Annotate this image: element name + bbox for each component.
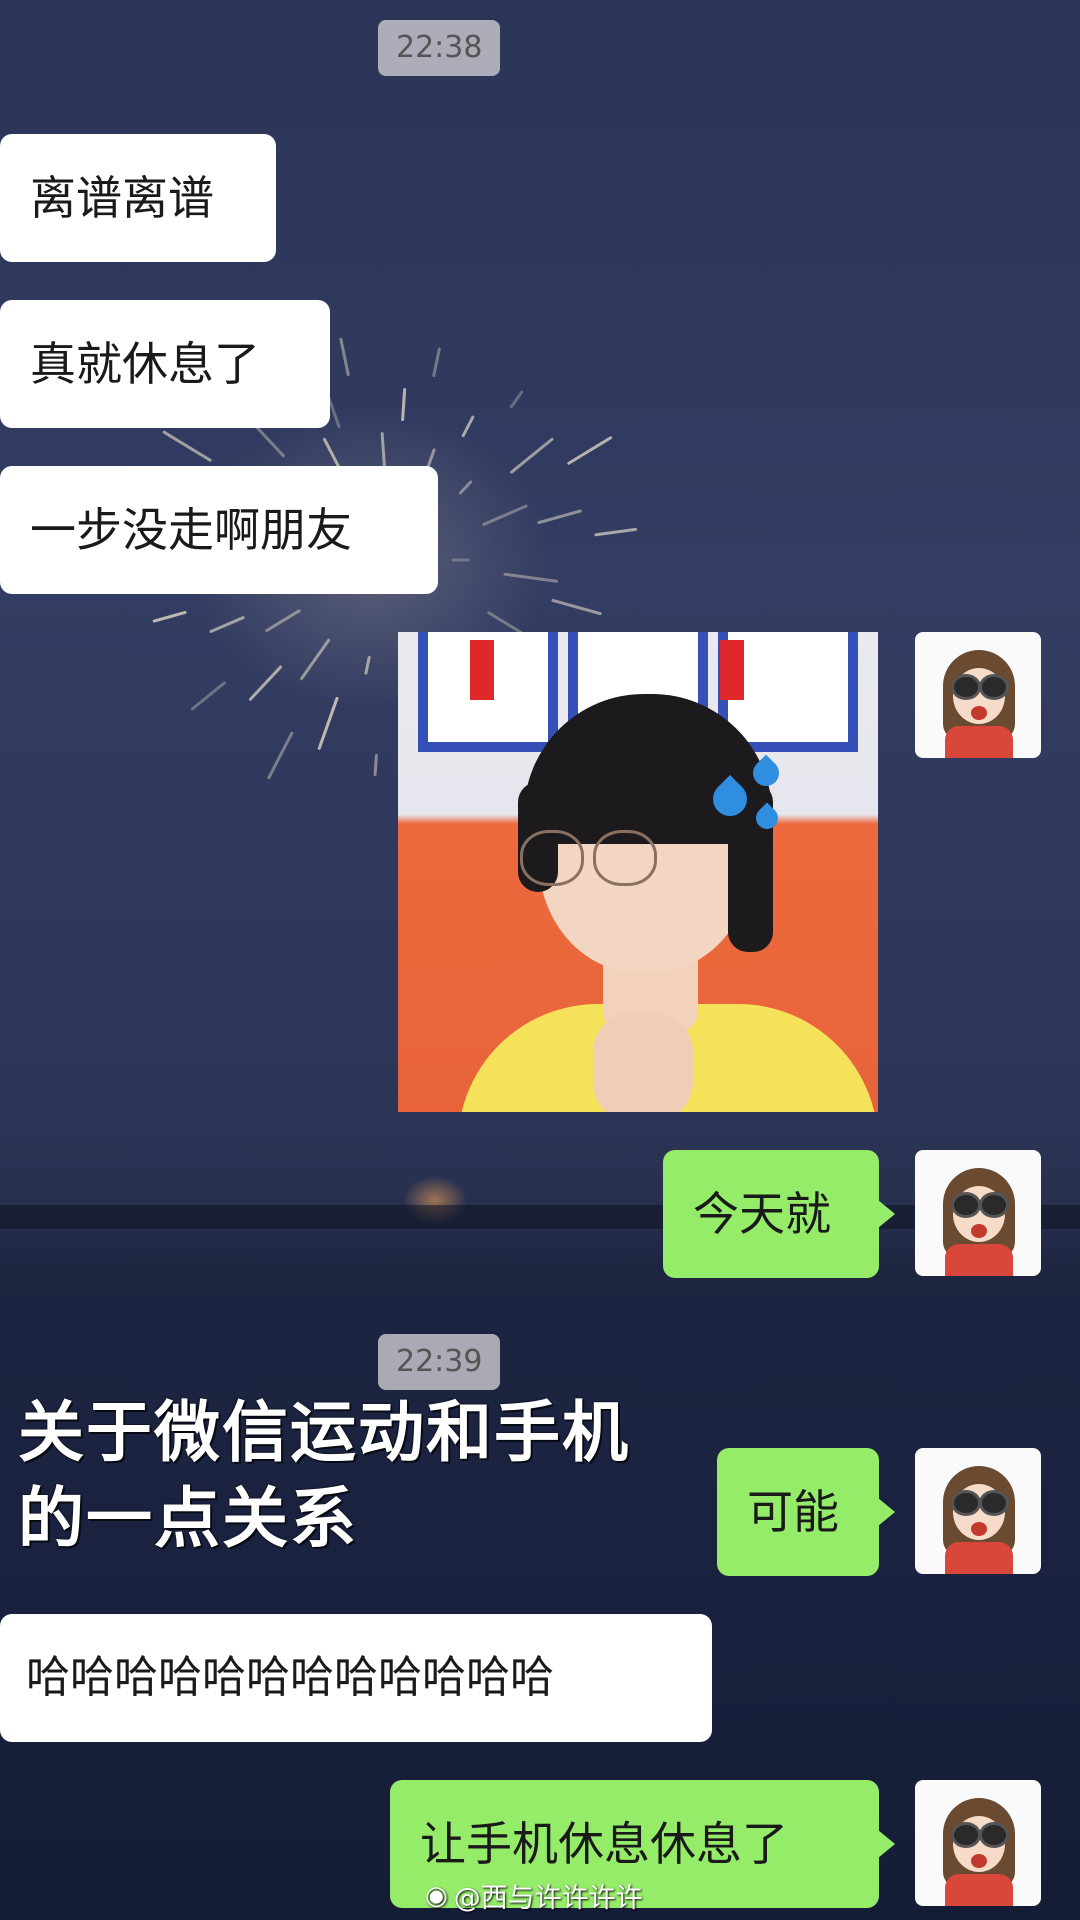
overlay-caption: 关于微信运动和手机 的一点关系 xyxy=(18,1390,708,1562)
photo-sign-mark xyxy=(470,640,494,700)
weibo-icon: ◉ xyxy=(425,1880,448,1911)
incoming-message[interactable]: 离谱离谱 xyxy=(0,134,276,262)
firework-spark xyxy=(451,558,470,562)
avatar[interactable] xyxy=(915,1448,1041,1574)
watermark-text: @西与许许许许 xyxy=(453,1883,643,1914)
incoming-message[interactable]: 哈哈哈哈哈哈哈哈哈哈哈哈 xyxy=(0,1614,712,1742)
incoming-message[interactable]: 真就休息了 xyxy=(0,300,330,428)
caption-line: 的一点关系 xyxy=(18,1480,358,1557)
sticker-image-message[interactable] xyxy=(398,632,878,1112)
timestamp: 22:38 xyxy=(378,20,501,76)
avatar[interactable] xyxy=(915,1150,1041,1276)
photo-sign-mark xyxy=(720,640,744,700)
photo-glasses xyxy=(520,830,584,886)
photo-hand xyxy=(593,1012,693,1112)
watermark: ◉ @西与许许许许 xyxy=(425,1876,643,1915)
timestamp: 22:39 xyxy=(378,1334,501,1390)
caption-line: 关于微信运动和手机 xyxy=(18,1394,630,1471)
avatar[interactable] xyxy=(915,1780,1041,1906)
avatar[interactable] xyxy=(915,632,1041,758)
photo-glasses xyxy=(593,830,657,886)
outgoing-message[interactable]: 可能 xyxy=(717,1448,895,1576)
incoming-message[interactable]: 一步没走啊朋友 xyxy=(0,466,438,594)
outgoing-message[interactable]: 今天就 xyxy=(663,1150,895,1278)
